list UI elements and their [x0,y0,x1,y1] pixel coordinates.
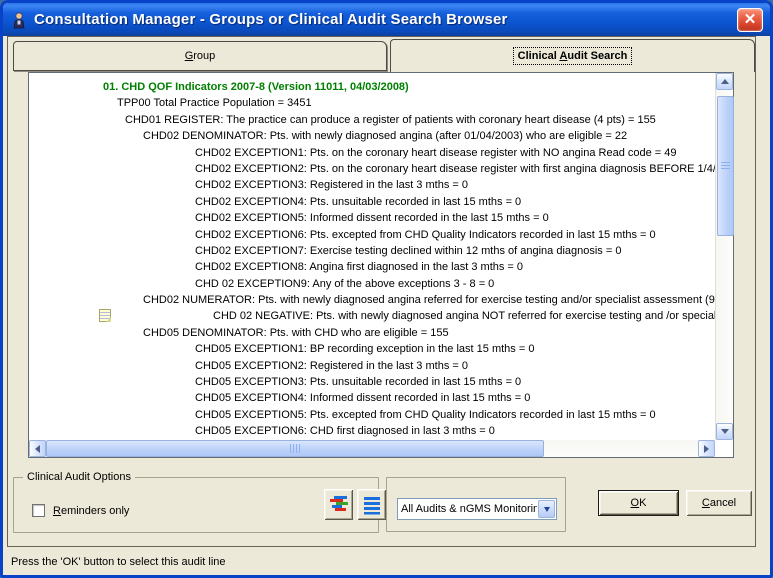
vertical-scroll-thumb[interactable] [717,96,734,236]
tab-clinical-label: Clinical Audit Search [514,48,632,64]
audit-line[interactable]: CHD02 EXCEPTION2: Pts. on the coronary h… [29,161,715,177]
audit-line-text: 01. CHD QOF Indicators 2007-8 (Version 1… [103,81,409,93]
audit-line-text: CHD05 EXCEPTION4: Informed dissent recor… [195,392,530,404]
audit-line-text: CHD05 EXCEPTION1: BP recording exception… [195,343,534,355]
audit-line-text: CHD05 EXCEPTION5: Pts. excepted from CHD… [195,409,656,421]
scroll-left-button[interactable] [29,440,46,457]
audit-line-text: CHD01 REGISTER: The practice can produce… [125,114,656,126]
audit-line[interactable]: CHD02 EXCEPTION3: Registered in the last… [29,177,715,193]
audit-line[interactable]: CHD05 DENOMINATOR: Pts. with CHD who are… [29,325,715,341]
audit-line-text: CHD05 DENOMINATOR: Pts. with CHD who are… [143,327,449,339]
audit-line-text: CHD02 EXCEPTION4: Pts. unsuitable record… [195,196,521,208]
cancel-button[interactable]: Cancel [686,490,752,516]
chevron-up-icon [721,79,729,84]
list-lines-icon [362,495,382,515]
audit-line[interactable]: 01. CHD QOF Indicators 2007-8 (Version 1… [29,79,715,95]
audit-line-text: CHD02 EXCEPTION2: Pts. on the coronary h… [195,163,715,175]
audit-line-text: CHD02 EXCEPTION3: Registered in the last… [195,179,468,191]
app-icon [10,11,28,29]
scroll-up-button[interactable] [716,73,733,90]
audit-line-text: CHD02 EXCEPTION8: Angina first diagnosed… [195,261,523,273]
audit-line[interactable]: CHD05 EXCEPTION2: Registered in the last… [29,358,715,374]
horizontal-scrollbar[interactable] [29,440,715,457]
status-bar: Press the 'OK' button to select this aud… [3,548,770,575]
audit-line[interactable]: CHD05 EXCEPTION5: Pts. excepted from CHD… [29,407,715,423]
audit-line-text: CHD02 NUMERATOR: Pts. with newly diagnos… [143,294,715,306]
grouped-bars-button[interactable] [324,489,353,520]
audit-line[interactable]: CHD02 NUMERATOR: Pts. with newly diagnos… [29,292,715,308]
audit-line-text: CHD05 EXCEPTION6: CHD first diagnosed in… [195,425,495,437]
audit-line[interactable]: CHD02 EXCEPTION5: Informed dissent recor… [29,210,715,226]
horizontal-scroll-thumb[interactable] [46,440,544,457]
audit-line[interactable]: CHD02 EXCEPTION6: Pts. excepted from CHD… [29,227,715,243]
scroll-down-button[interactable] [716,423,733,440]
ok-label: OK [631,497,647,509]
grouped-bars-icon [328,494,349,515]
chevron-right-icon [704,445,709,453]
audit-line-text: CHD02 EXCEPTION7: Exercise testing decli… [195,245,621,257]
audit-line[interactable]: CHD02 EXCEPTION1: Pts. on the coronary h… [29,145,715,161]
group-label: Clinical Audit Options [23,471,135,483]
dialog-window: Consultation Manager - Groups or Clinica… [0,0,773,578]
dropdown-arrow-icon [544,507,550,512]
audit-line-text: CHD02 EXCEPTION6: Pts. excepted from CHD… [195,229,656,241]
title-bar[interactable]: Consultation Manager - Groups or Clinica… [3,3,770,36]
chevron-left-icon [35,445,40,453]
vertical-scrollbar[interactable] [715,73,733,440]
window-title: Consultation Manager - Groups or Clinica… [34,11,737,28]
cancel-label: Cancel [702,497,736,509]
tab-clinical-audit-search[interactable]: Clinical Audit Search [390,39,755,72]
scroll-right-button[interactable] [698,440,715,457]
audit-filter-group: All Audits & nGMS Monitoring [386,477,566,532]
close-icon: ✕ [744,12,757,27]
audit-line[interactable]: CHD05 EXCEPTION1: BP recording exception… [29,341,715,357]
audit-filter-dropdown[interactable]: All Audits & nGMS Monitoring [397,498,557,520]
audit-line[interactable]: CHD05 EXCEPTION6: CHD first diagnosed in… [29,423,715,439]
audit-line[interactable]: CHD02 EXCEPTION8: Angina first diagnosed… [29,259,715,275]
audit-line-text: TPP00 Total Practice Population = 3451 [117,97,312,109]
audit-line[interactable]: CHD01 REGISTER: The practice can produce… [29,112,715,128]
audit-list[interactable]: 01. CHD QOF Indicators 2007-8 (Version 1… [28,72,734,458]
chevron-down-icon [721,429,729,434]
audit-line[interactable]: CHD 02 EXCEPTION9: Any of the above exce… [29,276,715,292]
audit-line-text: CHD05 EXCEPTION3: Pts. unsuitable record… [195,376,521,388]
dropdown-button[interactable] [538,500,555,518]
reminders-only-checkbox[interactable] [32,504,45,517]
audit-line[interactable]: TPP00 Total Practice Population = 3451 [29,95,715,111]
list-view-button[interactable] [357,489,386,520]
audit-filter-value: All Audits & nGMS Monitoring [398,503,537,515]
ok-button[interactable]: OK [598,490,679,516]
audit-line-text: CHD02 DENOMINATOR: Pts. with newly diagn… [143,130,627,142]
clinical-audit-options-group: Clinical Audit Options Reminders only [13,477,379,533]
audit-line-text: CHD05 EXCEPTION2: Registered in the last… [195,360,468,372]
audit-line[interactable]: CHD02 EXCEPTION4: Pts. unsuitable record… [29,194,715,210]
audit-line-text: CHD02 EXCEPTION5: Informed dissent recor… [195,212,549,224]
tab-group-label: Group [185,50,216,62]
tab-group[interactable]: Group [13,41,387,71]
status-message: Press the 'OK' button to select this aud… [11,556,226,568]
audit-line[interactable]: CHD02 DENOMINATOR: Pts. with newly diagn… [29,128,715,144]
audit-line-text: CHD 02 NEGATIVE: Pts. with newly diagnos… [213,310,715,322]
audit-line[interactable]: CHD02 EXCEPTION7: Exercise testing decli… [29,243,715,259]
audit-line-text: CHD02 EXCEPTION1: Pts. on the coronary h… [195,147,677,159]
audit-line[interactable]: CHD 02 NEGATIVE: Pts. with newly diagnos… [29,308,715,324]
note-icon [99,309,111,322]
audit-line[interactable]: CHD05 EXCEPTION3: Pts. unsuitable record… [29,374,715,390]
audit-line[interactable]: CHD05 EXCEPTION4: Informed dissent recor… [29,390,715,406]
close-button[interactable]: ✕ [737,8,763,32]
reminders-only-checkbox-row[interactable]: Reminders only [32,504,129,517]
audit-list-content: 01. CHD QOF Indicators 2007-8 (Version 1… [29,73,715,440]
reminders-only-label: Reminders only [53,505,129,517]
audit-line-text: CHD 02 EXCEPTION9: Any of the above exce… [195,278,494,290]
